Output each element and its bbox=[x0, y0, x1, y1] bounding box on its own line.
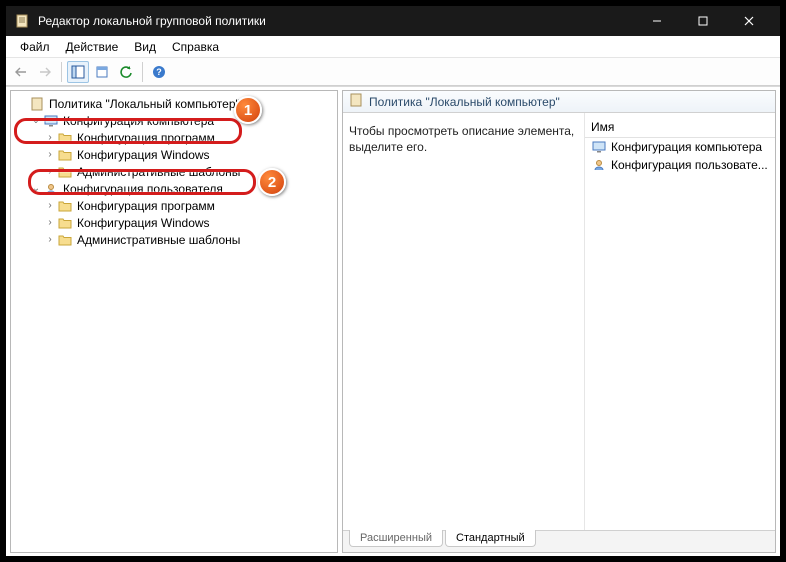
expander-right-icon[interactable]: › bbox=[43, 234, 57, 245]
tree-root-label: Политика "Локальный компьютер" bbox=[49, 97, 240, 111]
pane-tabs: Расширенный Стандартный bbox=[343, 530, 775, 552]
folder-icon bbox=[57, 148, 73, 162]
tree-item-label: Конфигурация программ bbox=[77, 199, 215, 213]
folder-icon bbox=[57, 131, 73, 145]
folder-icon bbox=[57, 165, 73, 179]
column-header-name[interactable]: Имя bbox=[585, 117, 775, 138]
policy-icon bbox=[29, 97, 45, 111]
folder-icon bbox=[57, 216, 73, 230]
menu-action[interactable]: Действие bbox=[58, 38, 127, 56]
svg-text:?: ? bbox=[156, 67, 162, 77]
expander-right-icon[interactable]: › bbox=[43, 166, 57, 177]
folder-icon bbox=[57, 233, 73, 247]
expander-down-icon[interactable]: ⌄ bbox=[29, 115, 43, 126]
menu-help[interactable]: Справка bbox=[164, 38, 227, 56]
tab-extended[interactable]: Расширенный bbox=[349, 530, 443, 547]
tree-item-label: Административные шаблоны bbox=[77, 233, 240, 247]
properties-button[interactable] bbox=[91, 61, 113, 83]
list-item-label: Конфигурация компьютера bbox=[611, 140, 762, 154]
policy-icon bbox=[349, 93, 363, 110]
expander-down-icon[interactable]: ⌄ bbox=[29, 183, 43, 194]
menubar: Файл Действие Вид Справка bbox=[6, 36, 780, 58]
tree-user-admin[interactable]: › Административные шаблоны bbox=[15, 231, 337, 248]
show-tree-button[interactable] bbox=[67, 61, 89, 83]
pane-header-title: Политика "Локальный компьютер" bbox=[369, 95, 560, 109]
back-button[interactable] bbox=[10, 61, 32, 83]
tree-root[interactable]: Политика "Локальный компьютер" bbox=[15, 95, 337, 112]
tree-comp-config[interactable]: ⌄ Конфигурация компьютера bbox=[15, 112, 337, 129]
tree-user-config[interactable]: ⌄ Конфигурация пользователя bbox=[15, 180, 337, 197]
list-item-label: Конфигурация пользовате... bbox=[611, 158, 768, 172]
forward-button[interactable] bbox=[34, 61, 56, 83]
toolbar: ? bbox=[6, 58, 780, 86]
help-button[interactable]: ? bbox=[148, 61, 170, 83]
list-item-comp[interactable]: Конфигурация компьютера bbox=[585, 138, 775, 156]
window-title: Редактор локальной групповой политики bbox=[38, 14, 634, 28]
maximize-button[interactable] bbox=[680, 6, 726, 36]
user-icon bbox=[591, 158, 607, 172]
pane-header: Политика "Локальный компьютер" bbox=[343, 91, 775, 113]
details-pane: Политика "Локальный компьютер" Чтобы про… bbox=[342, 90, 776, 553]
window-controls bbox=[634, 6, 772, 36]
tree-comp-software[interactable]: › Конфигурация программ bbox=[15, 129, 337, 146]
expander-right-icon[interactable]: › bbox=[43, 149, 57, 160]
titlebar: Редактор локальной групповой политики bbox=[6, 6, 780, 36]
expander-right-icon[interactable]: › bbox=[43, 217, 57, 228]
tree-user-windows[interactable]: › Конфигурация Windows bbox=[15, 214, 337, 231]
menu-file[interactable]: Файл bbox=[12, 38, 58, 56]
tree-item-label: Конфигурация программ bbox=[77, 131, 215, 145]
tree-pane: Политика "Локальный компьютер" ⌄ Конфигу… bbox=[10, 90, 338, 553]
menu-view[interactable]: Вид bbox=[126, 38, 164, 56]
tree-user-config-label: Конфигурация пользователя bbox=[63, 182, 223, 196]
folder-icon bbox=[57, 199, 73, 213]
computer-icon bbox=[591, 140, 607, 154]
tree-comp-windows[interactable]: › Конфигурация Windows bbox=[15, 146, 337, 163]
toolbar-separator bbox=[61, 62, 62, 82]
description-text: Чтобы просмотреть описание элемента, выд… bbox=[349, 124, 574, 154]
close-button[interactable] bbox=[726, 6, 772, 36]
content-area: Политика "Локальный компьютер" ⌄ Конфигу… bbox=[6, 86, 780, 556]
user-icon bbox=[43, 182, 59, 196]
computer-icon bbox=[43, 114, 59, 128]
list-item-user[interactable]: Конфигурация пользовате... bbox=[585, 156, 775, 174]
expander-right-icon[interactable]: › bbox=[43, 132, 57, 143]
toolbar-separator bbox=[142, 62, 143, 82]
tree-comp-config-label: Конфигурация компьютера bbox=[63, 114, 214, 128]
minimize-button[interactable] bbox=[634, 6, 680, 36]
list-column: Имя Конфигурация компьютера Конфигурация… bbox=[585, 113, 775, 530]
tab-standard[interactable]: Стандартный bbox=[445, 530, 536, 547]
description-column: Чтобы просмотреть описание элемента, выд… bbox=[343, 113, 585, 530]
app-icon bbox=[14, 13, 30, 29]
tree-item-label: Административные шаблоны bbox=[77, 165, 240, 179]
tree-item-label: Конфигурация Windows bbox=[77, 216, 210, 230]
tree-user-software[interactable]: › Конфигурация программ bbox=[15, 197, 337, 214]
refresh-button[interactable] bbox=[115, 61, 137, 83]
expander-right-icon[interactable]: › bbox=[43, 200, 57, 211]
tree-item-label: Конфигурация Windows bbox=[77, 148, 210, 162]
tree-comp-admin[interactable]: › Административные шаблоны bbox=[15, 163, 337, 180]
